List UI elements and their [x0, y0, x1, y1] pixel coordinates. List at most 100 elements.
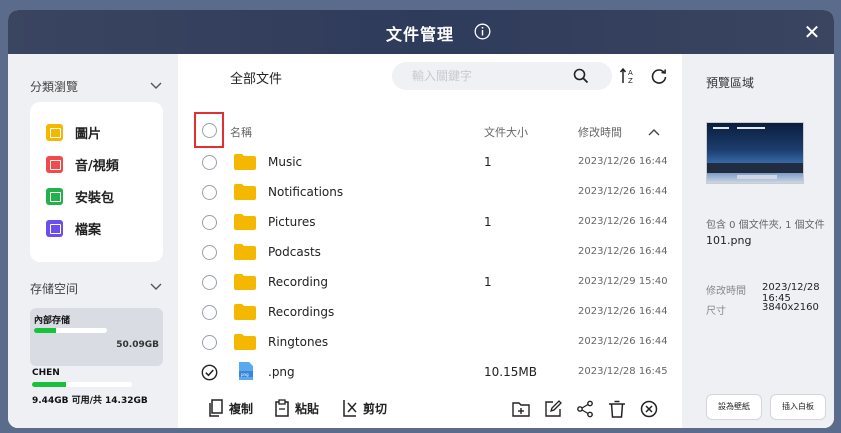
column-header-size[interactable]: 文件大小 — [484, 124, 528, 140]
storage-header: 存储空间 — [30, 282, 79, 296]
usb-storage-label: CHEN — [32, 368, 60, 378]
png-file-icon: png — [239, 362, 253, 380]
edit-icon[interactable] — [544, 400, 562, 418]
title-bar: 文件管理 ✕ — [8, 10, 834, 54]
column-header-date[interactable]: 修改時間 — [578, 124, 622, 140]
usb-storage-summary: 9.44GB 可用/共 14.32GB — [32, 396, 148, 406]
delete-icon[interactable] — [608, 400, 626, 418]
cut-label: 剪切 — [363, 401, 388, 416]
column-header-name[interactable]: 名稱 — [230, 124, 252, 140]
paste-icon — [275, 399, 289, 417]
svg-text:Z: Z — [628, 77, 633, 85]
search-input[interactable] — [412, 67, 562, 85]
row-name: Music — [268, 155, 303, 169]
page-title: 全部文件 — [230, 72, 283, 87]
category-card: 圖片 音/視頻 安裝包 檔案 — [30, 102, 163, 262]
preview-panel: 預覽區域 包含 0 個文件夾, 1 個文件 101.png 修改時間 2023/… — [682, 54, 834, 428]
paste-button[interactable]: 粘貼 — [274, 398, 319, 418]
row-radio[interactable] — [202, 215, 217, 230]
row-name: Podcasts — [268, 245, 321, 259]
search-icon[interactable] — [572, 67, 590, 85]
folder-icon — [234, 274, 256, 290]
search-box[interactable] — [392, 62, 612, 90]
row-name: Notifications — [268, 185, 344, 199]
table-row[interactable]: Recording 1 2023/12/29 15:40 — [194, 267, 668, 297]
chevron-up-icon[interactable] — [648, 128, 660, 136]
row-radio[interactable] — [202, 155, 217, 170]
table-row[interactable]: Recordings 2023/12/26 16:44 — [194, 297, 668, 327]
folder-icon — [234, 334, 256, 350]
row-radio[interactable] — [202, 275, 217, 290]
set-wallpaper-button[interactable]: 設為壁紙 — [706, 394, 762, 420]
row-radio[interactable] — [202, 185, 217, 200]
row-size: 1 — [484, 155, 492, 169]
copy-button[interactable]: 複制 — [208, 398, 253, 418]
size-label: 尺寸 — [706, 306, 726, 317]
new-folder-icon[interactable] — [512, 400, 530, 418]
sort-icon[interactable]: A Z — [619, 66, 639, 86]
row-name: Recording — [268, 275, 329, 289]
modified-label: 修改時間 — [706, 286, 746, 297]
action-bar: 複制 粘貼 剪切 — [178, 388, 682, 428]
table-row[interactable]: png .png 10.15MB 2023/12/28 16:45 — [194, 357, 668, 387]
info-icon[interactable] — [474, 23, 491, 40]
cancel-icon[interactable] — [640, 400, 658, 418]
category-item-packages[interactable]: 安裝包 — [46, 186, 114, 206]
row-radio[interactable] — [202, 305, 217, 320]
folder-icon — [234, 304, 256, 320]
internal-storage-bar — [34, 328, 107, 333]
table-row[interactable]: Ringtones 2023/12/26 16:44 — [194, 327, 668, 357]
row-date: 2023/12/26 16:44 — [578, 246, 668, 257]
table-row[interactable]: Pictures 1 2023/12/26 16:44 — [194, 207, 668, 237]
chevron-down-icon[interactable] — [150, 283, 162, 291]
table-row[interactable]: Music 1 2023/12/26 16:44 — [194, 147, 668, 177]
png-badge-text: png — [241, 372, 249, 377]
cut-button[interactable]: 剪切 — [342, 398, 387, 418]
window-title: 文件管理 — [386, 25, 455, 44]
category-label: 安裝包 — [75, 190, 115, 206]
insert-whiteboard-button[interactable]: 插入白板 — [770, 394, 826, 420]
svg-text:A: A — [628, 69, 633, 77]
internal-storage-card[interactable]: 內部存储 50.09GB — [30, 308, 163, 366]
row-date: 2023/12/29 15:40 — [578, 276, 668, 287]
file-manager-window: 文件管理 ✕ 分類瀏覽 圖片 音/視頻 安裝包 檔案 存储空间 內部存储 50.… — [8, 10, 834, 428]
folder-icon — [234, 154, 256, 170]
category-item-documents[interactable]: 檔案 — [46, 218, 101, 238]
category-label: 圖片 — [75, 126, 102, 142]
select-all-radio[interactable] — [202, 123, 217, 138]
copy-icon — [209, 399, 223, 417]
row-date: 2023/12/26 16:44 — [578, 216, 668, 227]
row-radio[interactable] — [202, 335, 217, 350]
row-date: 2023/12/28 16:45 — [578, 366, 668, 377]
category-item-media[interactable]: 音/視頻 — [46, 154, 119, 174]
paste-label: 粘貼 — [295, 401, 320, 416]
usb-storage-bar — [32, 382, 132, 387]
row-date: 2023/12/26 16:44 — [578, 156, 668, 167]
row-name: Recordings — [268, 305, 335, 319]
modified-value: 2023/12/28 16:45 — [762, 282, 820, 304]
refresh-icon[interactable] — [649, 66, 669, 86]
row-name: Ringtones — [268, 335, 329, 349]
folder-icon — [234, 184, 256, 200]
row-radio[interactable] — [202, 245, 217, 260]
row-name: .png — [268, 365, 295, 379]
size-value: 3840x2160 — [762, 302, 819, 313]
sidebar: 分類瀏覽 圖片 音/視頻 安裝包 檔案 存储空间 內部存储 50.09GB CH… — [8, 54, 178, 428]
table-row[interactable]: Notifications 2023/12/26 16:44 — [194, 177, 668, 207]
category-label: 檔案 — [75, 222, 102, 238]
share-icon[interactable] — [576, 400, 594, 418]
table-row[interactable]: Podcasts 2023/12/26 16:44 — [194, 237, 668, 267]
category-item-images[interactable]: 圖片 — [46, 122, 101, 142]
checked-circle-icon[interactable] — [201, 364, 218, 381]
chevron-down-icon[interactable] — [150, 82, 162, 90]
categories-header: 分類瀏覽 — [30, 80, 79, 94]
preview-thumbnail — [706, 122, 804, 184]
row-size: 1 — [484, 215, 492, 229]
row-date: 2023/12/26 16:44 — [578, 336, 668, 347]
row-date: 2023/12/26 16:44 — [578, 306, 668, 317]
row-size: 1 — [484, 275, 492, 289]
close-button[interactable]: ✕ — [800, 20, 824, 44]
document-icon — [46, 219, 63, 237]
copy-label: 複制 — [229, 401, 254, 416]
media-icon — [46, 155, 63, 173]
